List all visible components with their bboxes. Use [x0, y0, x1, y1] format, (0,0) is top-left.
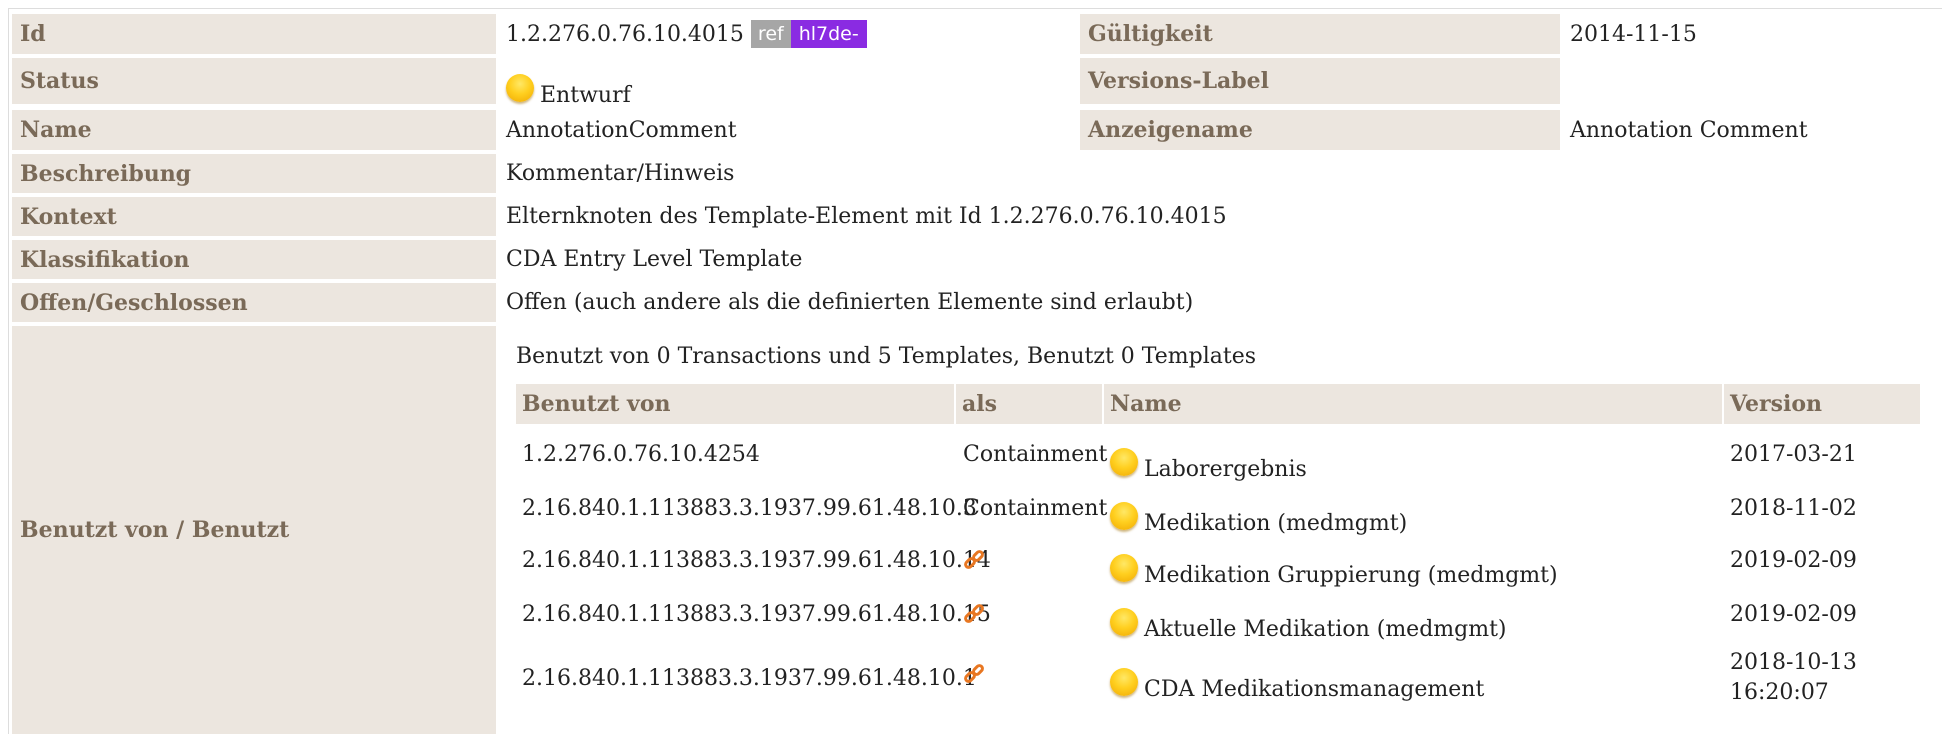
usage-row-link[interactable] [962, 542, 986, 578]
link-icon[interactable] [962, 548, 986, 572]
offen-value: Offen (auch andere als die definierten E… [506, 290, 1194, 315]
gueltigkeit-label-text: Gültigkeit [1088, 21, 1213, 47]
usage-row-as: Containment [963, 441, 1108, 467]
kontext-label: Kontext [12, 197, 496, 236]
status-draft-icon [1110, 502, 1138, 530]
kontext-label-text: Kontext [20, 203, 117, 230]
col-header-as: als [956, 384, 1102, 424]
usage-row-used-by[interactable]: 2.16.840.1.113883.3.1937.99.61.48.10.14 [522, 542, 991, 578]
status-text: Entwurf [540, 83, 631, 108]
beschreibung-label-text: Beschreibung [20, 160, 192, 187]
beschreibung-label: Beschreibung [12, 154, 496, 193]
usage-row-used-by[interactable]: 2.16.840.1.113883.3.1937.99.61.48.10.1 [522, 660, 977, 696]
status-draft-icon [1110, 448, 1138, 476]
beschreibung-value: Kommentar/Hinweis [506, 161, 735, 186]
status-label-text: Status [20, 68, 99, 94]
usage-row-as: Containment [963, 495, 1108, 521]
benutzt-label: Benutzt von / Benutzt [12, 326, 496, 734]
usage-row-name[interactable]: Aktuelle Medikation (medmgmt) [1110, 596, 1507, 642]
kontext-value: Elternknoten des Template-Element mit Id… [506, 204, 1227, 229]
usage-row-version: 2019-02-09 [1730, 547, 1857, 573]
usage-row-name[interactable]: Medikation (medmgmt) [1110, 490, 1407, 536]
usage-summary: Benutzt von 0 Transactions und 5 Templat… [516, 343, 1257, 369]
offen-label-text: Offen/Geschlossen [20, 289, 248, 316]
usage-row-version: 2018-10-13 16:20:07 [1730, 646, 1857, 710]
link-icon[interactable] [962, 662, 986, 686]
benutzt-label-text: Benutzt von / Benutzt [20, 517, 290, 543]
usage-row-name-text: CDA Medikationsmanagement [1144, 677, 1485, 702]
usage-row-version: 2017-03-21 [1730, 441, 1857, 467]
usage-row-name-text: Laborergebnis [1144, 457, 1307, 482]
link-icon[interactable] [962, 602, 986, 626]
anzeigename-label: Anzeigename [1080, 110, 1560, 150]
status-value: Entwurf [506, 58, 631, 108]
versions-label-label-text: Versions-Label [1088, 68, 1270, 94]
usage-row-version-date: 2018-10-13 [1730, 650, 1857, 675]
usage-row-name-text: Medikation (medmgmt) [1144, 511, 1408, 536]
status-draft-icon [1110, 608, 1138, 636]
gueltigkeit-label: Gültigkeit [1080, 14, 1560, 54]
status-draft-icon [1110, 668, 1138, 696]
usage-row-link[interactable] [962, 656, 986, 692]
status-draft-icon [506, 74, 534, 102]
col-header-used-by: Benutzt von [516, 384, 954, 424]
usage-row-version: 2018-11-02 [1730, 495, 1857, 521]
hl7de-badge[interactable]: hl7de- [790, 20, 867, 48]
gueltigkeit-value: 2014-11-15 [1570, 21, 1697, 47]
name-value: AnnotationComment [506, 117, 737, 143]
anzeigename-label-text: Anzeigename [1088, 117, 1253, 143]
status-label: Status [12, 58, 496, 104]
id-value: 1.2.276.0.76.10.4015 ref hl7de- [506, 14, 867, 54]
versions-label-label: Versions-Label [1080, 58, 1560, 104]
klassifikation-label-text: Klassifikation [20, 246, 190, 273]
usage-row-version: 2019-02-09 [1730, 601, 1857, 627]
id-text: 1.2.276.0.76.10.4015 [506, 21, 744, 47]
name-label-text: Name [20, 117, 92, 143]
usage-row-used-by[interactable]: 2.16.840.1.113883.3.1937.99.61.48.10.3 [522, 490, 977, 526]
offen-label: Offen/Geschlossen [12, 283, 496, 322]
anzeigename-value: Annotation Comment [1570, 117, 1808, 143]
status-draft-icon [1110, 554, 1138, 582]
usage-row-name[interactable]: Laborergebnis [1110, 436, 1307, 482]
usage-row-link[interactable] [962, 596, 986, 632]
id-label-text: Id [20, 21, 46, 47]
klassifikation-label: Klassifikation [12, 240, 496, 279]
col-header-name: Name [1104, 384, 1722, 424]
col-header-version: Version [1724, 384, 1920, 424]
id-label: Id [12, 14, 496, 54]
name-label: Name [12, 110, 496, 150]
ref-badge[interactable]: ref [750, 20, 791, 48]
usage-row-name-text: Aktuelle Medikation (medmgmt) [1144, 617, 1507, 642]
usage-row-name[interactable]: CDA Medikationsmanagement [1110, 656, 1484, 702]
usage-row-used-by[interactable]: 1.2.276.0.76.10.4254 [522, 436, 760, 472]
usage-row-version-time: 16:20:07 [1730, 680, 1829, 705]
klassifikation-value: CDA Entry Level Template [506, 247, 803, 272]
usage-row-name[interactable]: Medikation Gruppierung (medmgmt) [1110, 542, 1558, 588]
usage-row-used-by[interactable]: 2.16.840.1.113883.3.1937.99.61.48.10.15 [522, 596, 991, 632]
usage-row-name-text: Medikation Gruppierung (medmgmt) [1144, 563, 1558, 588]
